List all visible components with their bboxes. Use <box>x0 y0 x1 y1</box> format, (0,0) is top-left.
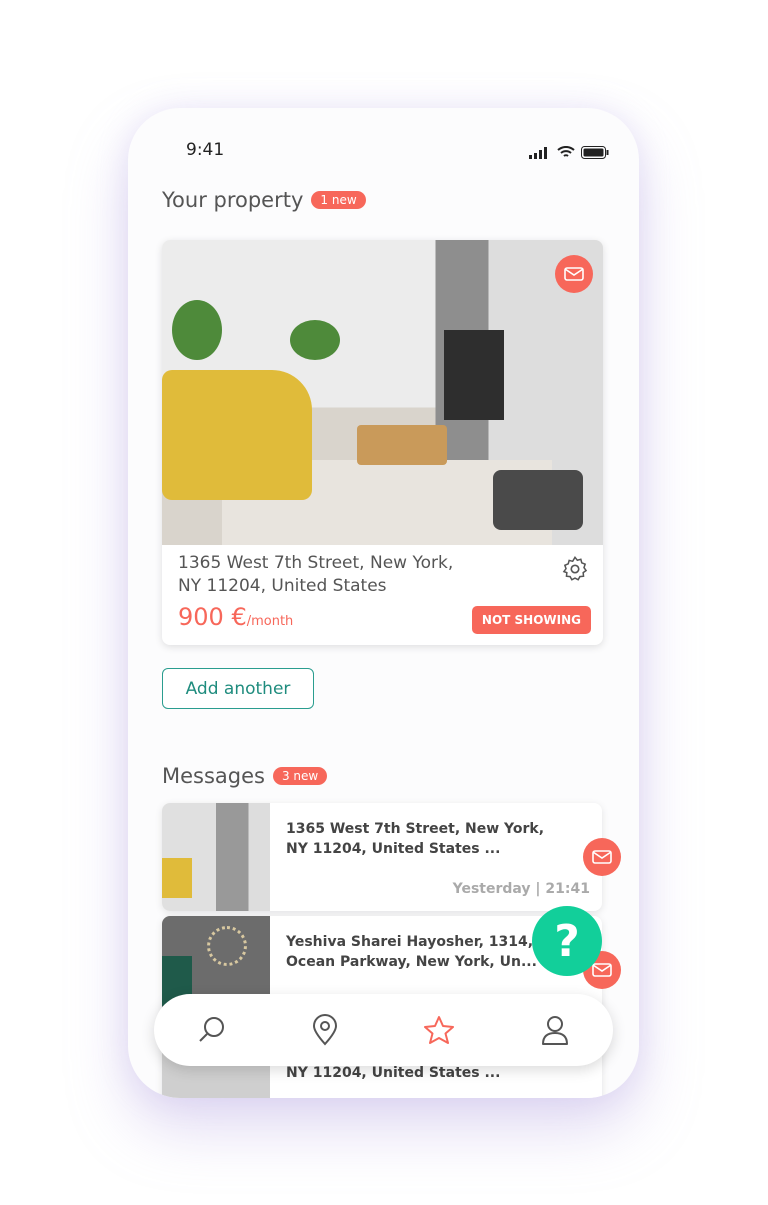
location-icon[interactable] <box>312 1014 338 1046</box>
message-title: Yeshiva Sharei Hayosher, 1314, Ocean Park… <box>286 932 537 972</box>
user-icon[interactable] <box>540 1014 570 1046</box>
message-line: Ocean Parkway, New York, Un... <box>286 954 537 970</box>
property-heading: Your property 1 new <box>162 188 366 212</box>
settings-gear-icon[interactable] <box>561 555 589 583</box>
messages-title: Messages <box>162 764 265 788</box>
property-price: 900 €/month <box>178 603 293 631</box>
message-mail-button[interactable] <box>583 838 621 876</box>
status-badge: NOT SHOWING <box>471 606 591 634</box>
message-thumbnail <box>162 803 270 911</box>
message-line: NY 11204, United States ... <box>286 841 501 857</box>
message-title: NY 11204, United States ... <box>286 1063 500 1083</box>
new-badge: 3 new <box>272 767 328 785</box>
message-line: 1365 West 7th Street, New York, <box>286 821 545 837</box>
phone-screen: 9:41 Your property 1 new 1365 West 7th S… <box>128 108 639 1098</box>
status-icons <box>529 146 609 159</box>
message-time: Yesterday | 21:41 <box>452 881 590 897</box>
address-line: 1365 West 7th Street, New York, <box>178 553 454 573</box>
wifi-icon <box>557 146 575 157</box>
signal-icon <box>529 146 547 159</box>
new-badge: 1 new <box>311 191 366 209</box>
bottom-nav <box>154 994 613 1066</box>
status-time: 9:41 <box>186 140 225 160</box>
mail-icon <box>592 850 612 864</box>
star-icon[interactable] <box>423 1015 455 1045</box>
add-another-button[interactable]: Add another <box>162 668 314 709</box>
message-title: 1365 West 7th Street, New York, NY 11204,… <box>286 819 544 859</box>
battery-icon <box>581 146 609 159</box>
message-line: Yeshiva Sharei Hayosher, 1314, <box>286 934 534 950</box>
mail-icon <box>592 963 612 977</box>
property-address: 1365 West 7th Street, New York, NY 11204… <box>178 552 453 598</box>
price-value: 900 € <box>178 603 247 631</box>
property-title: Your property <box>162 188 304 212</box>
mail-icon <box>564 267 584 281</box>
search-icon[interactable] <box>197 1015 227 1045</box>
property-card[interactable]: 1365 West 7th Street, New York, NY 11204… <box>162 240 603 645</box>
message-item[interactable]: 1365 West 7th Street, New York, NY 11204,… <box>162 803 602 911</box>
price-unit: /month <box>246 614 294 629</box>
message-line: NY 11204, United States ... <box>286 1065 501 1081</box>
messages-heading: Messages 3 new <box>162 764 328 788</box>
help-button[interactable]: ? <box>532 906 602 976</box>
property-photo <box>162 240 603 545</box>
message-button[interactable] <box>555 255 593 293</box>
address-line: NY 11204, United States <box>178 576 387 596</box>
